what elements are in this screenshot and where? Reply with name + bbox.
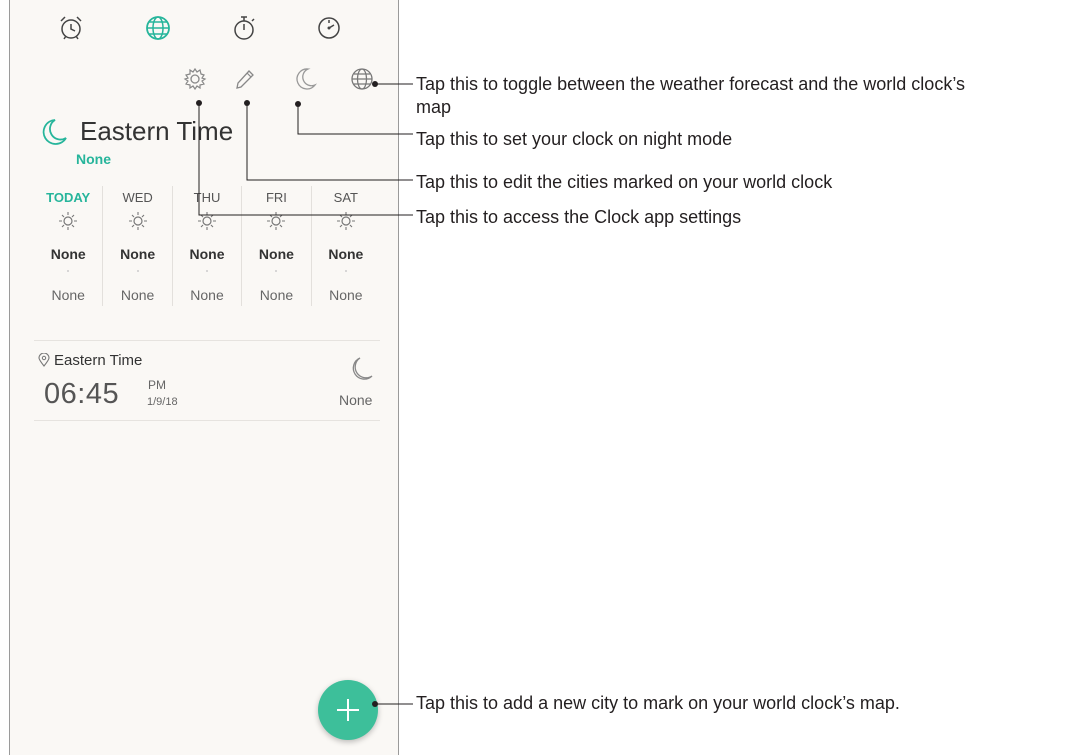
callout-map-toggle-line1: Tap this to toggle between the weather f… <box>416 74 965 94</box>
callout-map-toggle-line2: map <box>416 97 452 117</box>
callout-add-city: Tap this to add a new city to mark on yo… <box>416 693 900 713</box>
callout-settings: Tap this to access the Clock app setting… <box>416 207 742 227</box>
callout-night-mode: Tap this to set your clock on night mode <box>416 129 733 149</box>
callout-edit-cities: Tap this to edit the cities marked on yo… <box>416 172 833 192</box>
callout-map-toggle: Tap this to toggle between the weather f… <box>416 73 965 119</box>
